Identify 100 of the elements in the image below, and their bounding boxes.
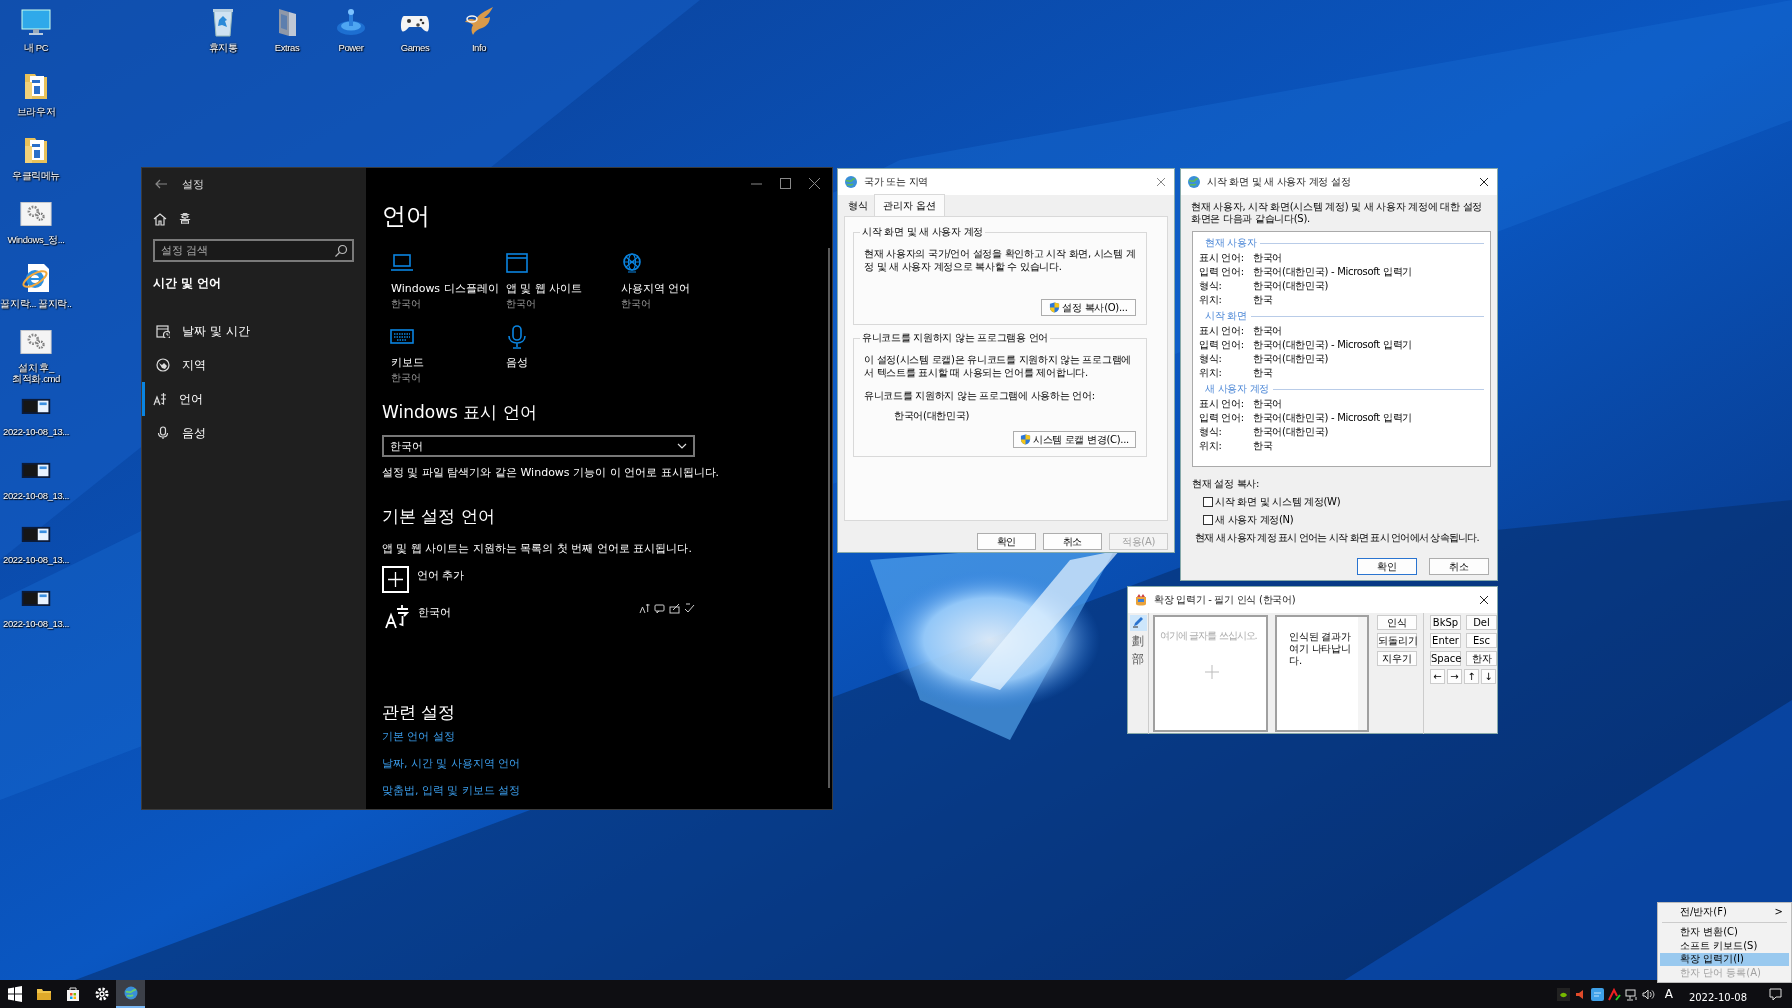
checkbox-label[interactable]: 새 사용자 계정(N): [1215, 513, 1294, 527]
checkbox[interactable]: [1203, 515, 1213, 525]
volume-icon[interactable]: [1641, 987, 1655, 1001]
language-dropdown[interactable]: 한국어: [382, 435, 695, 457]
group-title: 새 사용자 계정: [1205, 382, 1269, 396]
arrow-key[interactable]: ↓: [1481, 669, 1496, 684]
tile-title[interactable]: Windows 디스플레이: [391, 281, 497, 296]
globe-icon: [122, 985, 139, 1001]
icon-label[interactable]: 휴지통: [208, 42, 238, 53]
checkbox-label[interactable]: 시작 화면 및 시스템 계정(W): [1215, 495, 1341, 509]
tile-title[interactable]: 앱 및 웹 사이트: [506, 281, 612, 296]
icon-label[interactable]: 2022-10-08_13...: [3, 554, 69, 565]
date-text[interactable]: 2022-10-08: [1688, 985, 1747, 1003]
app-tray-icon[interactable]: [1590, 987, 1604, 1001]
crosshair-icon: [1205, 665, 1220, 679]
icon-label[interactable]: 설치 후_최적화.cmd: [0, 362, 72, 384]
action-button[interactable]: 지우기: [1377, 651, 1417, 666]
microphone-icon[interactable]: [505, 325, 529, 349]
shield-icon: [1049, 302, 1061, 313]
icon-label[interactable]: Windows_정...: [7, 234, 65, 245]
add-language-link[interactable]: 언어 추가: [417, 568, 465, 583]
close-icon[interactable]: [809, 177, 820, 189]
nav-item[interactable]: 음성: [142, 416, 366, 450]
icon-label[interactable]: 2022-10-08_13...: [3, 426, 69, 437]
icon-label[interactable]: 꿀지락... 꿀지락..: [0, 298, 72, 309]
search-icon[interactable]: [334, 243, 348, 258]
tile-title[interactable]: 키보드: [391, 355, 497, 370]
setting-value: 한국어: [1253, 324, 1283, 338]
tab[interactable]: 형식: [842, 196, 874, 216]
gpu-icon[interactable]: [1556, 987, 1570, 1001]
icon-label[interactable]: 2022-10-08_13...: [3, 490, 69, 501]
icon-label[interactable]: 내 PC: [23, 42, 49, 53]
input-mode-indicator[interactable]: A: [1664, 987, 1673, 1001]
tab[interactable]: 관리자 옵션: [874, 194, 946, 216]
maximize-icon[interactable]: [780, 177, 791, 189]
home-icon[interactable]: [153, 211, 167, 226]
home-link[interactable]: 홈: [179, 210, 191, 227]
mode-button[interactable]: 劃: [1129, 633, 1147, 649]
icon-label[interactable]: 2022-10-08_13...: [3, 618, 69, 629]
key-button[interactable]: Esc: [1466, 633, 1497, 648]
key-button[interactable]: Space: [1430, 651, 1461, 666]
dialog-button[interactable]: 확인: [1357, 558, 1417, 575]
close-icon[interactable]: [1479, 177, 1489, 187]
network-icon[interactable]: [1624, 987, 1638, 1001]
admin-button[interactable]: 시스템 로캘 변경(C)...: [1012, 431, 1136, 448]
action-button[interactable]: 되돌리기: [1377, 633, 1417, 648]
nav-item[interactable]: 지역: [142, 348, 366, 382]
checkbox[interactable]: [1203, 497, 1213, 507]
icon-label[interactable]: Extras: [274, 42, 300, 53]
dialog-button[interactable]: 취소: [1429, 558, 1489, 575]
setting-value: 한국어(대한민국): [1253, 279, 1329, 293]
menu-item[interactable]: 소프트 키보드(S): [1660, 939, 1789, 953]
menu-item[interactable]: 한자 변환(C): [1660, 925, 1789, 939]
globe-icon[interactable]: [620, 251, 644, 275]
key-button[interactable]: 한자: [1466, 651, 1497, 666]
mode-button[interactable]: 部: [1129, 651, 1147, 667]
notification-icon[interactable]: [1769, 987, 1782, 1001]
window-title: 국가 또는 지역: [864, 175, 929, 189]
key-button[interactable]: BkSp: [1430, 615, 1461, 630]
icon-label[interactable]: Power: [338, 42, 364, 53]
add-button[interactable]: [382, 566, 409, 593]
dialog-button[interactable]: 취소: [1043, 533, 1102, 550]
arrow-key[interactable]: →: [1447, 669, 1462, 684]
globe-icon: [156, 358, 170, 372]
setting-value: 한국: [1253, 439, 1273, 453]
menu-item[interactable]: 확장 입력기(I): [1660, 952, 1789, 966]
group-title: 현재 사용자: [1205, 236, 1257, 250]
joystick-icon: [335, 6, 367, 38]
settings-link[interactable]: 날짜, 시간 및 사용지역 언어: [382, 756, 832, 771]
tile-title[interactable]: 사용지역 언어: [621, 281, 727, 296]
language-item[interactable]: 한국어: [382, 603, 695, 629]
key-button[interactable]: Enter: [1430, 633, 1461, 648]
close-icon[interactable]: [1479, 595, 1489, 605]
key-button[interactable]: Del: [1466, 615, 1497, 630]
icon-label[interactable]: 브라우저: [16, 106, 56, 117]
arrow-key[interactable]: ↑: [1464, 669, 1479, 684]
chart-icon[interactable]: [1607, 987, 1621, 1001]
dialog-button[interactable]: 확인: [977, 533, 1036, 550]
arrow-key[interactable]: ←: [1430, 669, 1445, 684]
description-text: 앱 및 웹 사이트는 지원하는 목록의 첫 번째 언어로 표시됩니다.: [382, 541, 693, 556]
tile-title[interactable]: 음성: [506, 355, 612, 370]
scrollbar[interactable]: [1358, 617, 1367, 730]
pen-mode-button[interactable]: [1129, 615, 1147, 631]
icon-label[interactable]: Info: [471, 42, 487, 53]
menu-item[interactable]: 전/반자(F) >: [1660, 905, 1789, 919]
icon-label[interactable]: Games: [400, 42, 430, 53]
icon-label[interactable]: 우클릭메뉴: [12, 170, 60, 181]
setting-label: 형식:: [1199, 425, 1223, 439]
nav-item[interactable]: 날짜 및 시간: [142, 314, 366, 348]
back-arrow-icon[interactable]: [154, 177, 168, 191]
scrollbar[interactable]: [828, 248, 830, 788]
window-icon[interactable]: [505, 251, 529, 275]
admin-button[interactable]: 설정 복사(O)...: [1041, 299, 1136, 316]
nav-label: 음성: [182, 424, 206, 442]
action-button[interactable]: 인식: [1377, 615, 1417, 630]
nav-label: 날짜 및 시간: [182, 322, 250, 340]
settings-link[interactable]: 맞춤법, 입력 및 키보드 설정: [382, 783, 832, 798]
section-heading: 기본 설정 언어: [382, 505, 496, 527]
settings-link[interactable]: 기본 언어 설정: [382, 729, 832, 744]
search-field[interactable]: 설정 검색: [153, 239, 354, 262]
